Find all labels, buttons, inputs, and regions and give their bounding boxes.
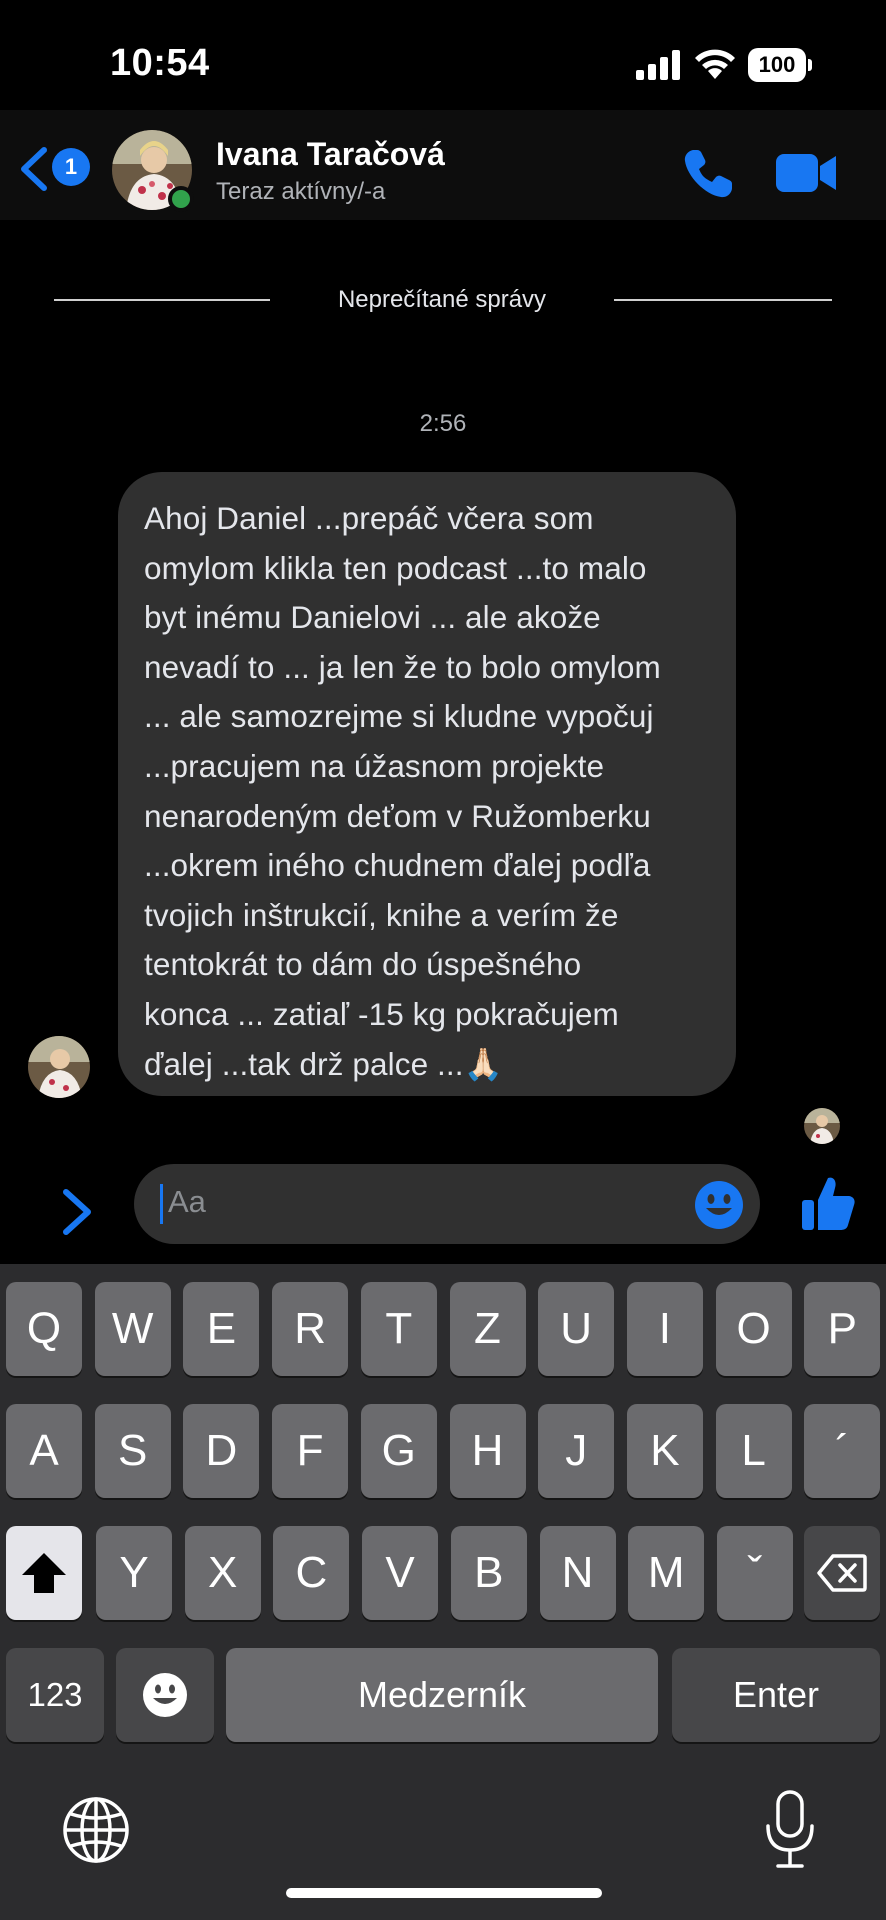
incoming-message-bubble[interactable]: Ahoj Daniel ...prepáč včera som omylom kl… xyxy=(118,472,736,1096)
key-X[interactable]: X xyxy=(184,1526,261,1620)
video-camera-icon[interactable] xyxy=(776,150,838,196)
key-S[interactable]: S xyxy=(94,1404,171,1498)
message-line: omylom klikla ten podcast ...to malo xyxy=(144,549,647,586)
message-line: ďalej ...tak drž palce ...🙏🏻 xyxy=(144,1045,503,1082)
chevron-right-icon[interactable] xyxy=(60,1188,94,1236)
space-key[interactable]: Medzerník xyxy=(226,1648,658,1742)
unread-divider-label: Neprečítané správy xyxy=(337,286,547,313)
back-chevron-icon xyxy=(21,147,47,191)
phone-icon[interactable] xyxy=(680,146,736,202)
message-line: ... ale samozrejme si kludne vypočuj xyxy=(144,698,654,735)
unread-divider: Neprečítané správy xyxy=(0,282,886,322)
message-line: ...pracujem na úžasnom projekte xyxy=(144,747,605,784)
chat-header: 1 Ivana Taračová Teraz aktívny/-a xyxy=(0,110,886,220)
message-composer: Aa xyxy=(0,1164,886,1264)
battery-level: 100 xyxy=(748,48,806,82)
shift-icon xyxy=(22,1553,66,1593)
key-N[interactable]: N xyxy=(539,1526,616,1620)
message-line: konca ... zatiaľ -15 kg pokračujem xyxy=(144,995,619,1032)
key-F[interactable]: F xyxy=(272,1404,349,1498)
message-line: tvojich inštrukcií, knihe a verím že xyxy=(144,896,619,933)
key-W[interactable]: W xyxy=(94,1282,171,1376)
key-H[interactable]: H xyxy=(449,1404,526,1498)
status-bar: 10:54 100 xyxy=(0,0,886,120)
unread-badge: 1 xyxy=(52,148,90,186)
key-K[interactable]: K xyxy=(626,1404,703,1498)
key-I[interactable]: I xyxy=(626,1282,703,1376)
key-M[interactable]: M xyxy=(628,1526,705,1620)
home-indicator xyxy=(286,1888,602,1898)
contact-status: Teraz aktívny/-a xyxy=(216,178,386,205)
message-line: ...okrem iného chudnem ďalej podľa xyxy=(144,847,651,884)
message-line: tentokrát to dám do úspešného xyxy=(144,946,582,983)
online-status-dot xyxy=(168,186,194,212)
message-timestamp: 2:56 xyxy=(419,410,467,437)
signal-icon xyxy=(636,50,680,80)
battery-icon: 100 xyxy=(748,48,812,82)
emoji-key[interactable] xyxy=(116,1648,214,1742)
key-A[interactable]: A xyxy=(6,1404,82,1498)
emoji-icon xyxy=(143,1673,187,1717)
message-text: Ahoj Daniel ...prepáč včera som omylom kl… xyxy=(144,494,710,1089)
key-G[interactable]: G xyxy=(360,1404,437,1498)
shift-key[interactable] xyxy=(6,1526,82,1620)
numbers-key[interactable]: 123 xyxy=(6,1648,104,1742)
key-R[interactable]: R xyxy=(272,1282,349,1376)
key-Y[interactable]: Y xyxy=(96,1526,172,1620)
seen-avatar xyxy=(804,1108,840,1144)
back-button[interactable]: 1 xyxy=(18,144,92,194)
text-caret xyxy=(160,1184,163,1224)
key-L[interactable]: L xyxy=(715,1404,792,1498)
contact-name[interactable]: Ivana Taračová xyxy=(216,136,445,173)
on-screen-keyboard: 123 Medzerník Enter Q W E R T Z U I O P A S D F G H J K L ´… xyxy=(0,1264,886,1920)
key-D[interactable]: D xyxy=(183,1404,260,1498)
key-ˇ[interactable]: ˇ xyxy=(716,1526,793,1620)
key-J[interactable]: J xyxy=(538,1404,615,1498)
emoji-icon[interactable] xyxy=(694,1180,744,1230)
backspace-key[interactable] xyxy=(804,1526,880,1620)
microphone-icon[interactable] xyxy=(760,1788,820,1872)
key-Z[interactable]: Z xyxy=(449,1282,526,1376)
key-V[interactable]: V xyxy=(362,1526,439,1620)
message-line: nenarodeným deťom v Ružomberku xyxy=(144,797,651,834)
key-P[interactable]: P xyxy=(804,1282,881,1376)
key-U[interactable]: U xyxy=(538,1282,615,1376)
key-E[interactable]: E xyxy=(183,1282,260,1376)
backspace-icon xyxy=(817,1554,867,1592)
enter-key[interactable]: Enter xyxy=(672,1648,880,1742)
key-B[interactable]: B xyxy=(450,1526,527,1620)
status-time: 10:54 xyxy=(110,42,210,84)
thumbs-up-icon[interactable] xyxy=(800,1174,856,1232)
message-input[interactable]: Aa xyxy=(134,1164,760,1244)
message-line: byt inému Danielovi ... ale akože xyxy=(144,599,601,636)
wifi-icon xyxy=(695,49,735,79)
globe-icon[interactable] xyxy=(60,1794,132,1866)
key-O[interactable]: O xyxy=(715,1282,792,1376)
message-input-placeholder: Aa xyxy=(168,1184,206,1219)
message-line: Ahoj Daniel ...prepáč včera som xyxy=(144,500,594,536)
key-C[interactable]: C xyxy=(273,1526,350,1620)
key-´[interactable]: ´ xyxy=(804,1404,881,1498)
key-Q[interactable]: Q xyxy=(6,1282,82,1376)
message-line: nevadí to ... ja len že to bolo omylom xyxy=(144,648,661,685)
sender-avatar[interactable] xyxy=(28,1036,90,1098)
key-T[interactable]: T xyxy=(360,1282,437,1376)
